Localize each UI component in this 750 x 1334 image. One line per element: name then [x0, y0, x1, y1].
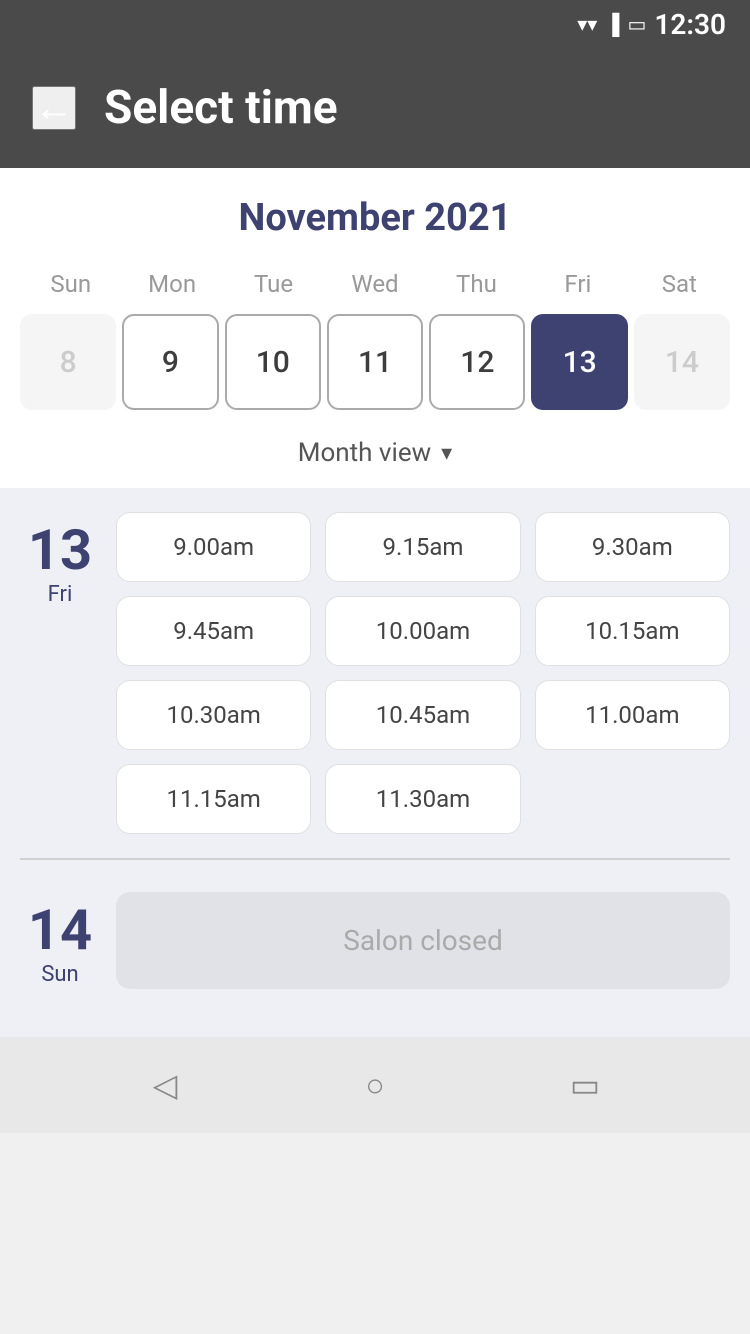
day-8[interactable]: 8 [20, 314, 116, 410]
weekday-fri: Fri [527, 264, 628, 304]
slots-section: 13 Fri 9.00am 9.15am 9.30am 9.45am 10.00… [0, 488, 750, 1037]
weekday-tue: Tue [223, 264, 324, 304]
day-13-slots-grid: 9.00am 9.15am 9.30am 9.45am 10.00am 10.1… [116, 512, 730, 834]
slot-1045am[interactable]: 10.45am [325, 680, 520, 750]
day-10[interactable]: 10 [225, 314, 321, 410]
month-view-toggle[interactable]: Month view ▾ [20, 420, 730, 488]
nav-recent-icon: ▭ [570, 1066, 600, 1104]
chevron-down-icon: ▾ [441, 441, 452, 466]
slot-900am[interactable]: 9.00am [116, 512, 311, 582]
bottom-nav: ◁ ○ ▭ [0, 1037, 750, 1133]
weekday-wed: Wed [324, 264, 425, 304]
nav-back-button[interactable]: ◁ [135, 1055, 195, 1115]
nav-home-button[interactable]: ○ [345, 1055, 405, 1115]
slot-915am[interactable]: 9.15am [325, 512, 520, 582]
day-13-label: 13 Fri [20, 512, 100, 834]
section-divider [20, 858, 730, 860]
slot-1130am[interactable]: 11.30am [325, 764, 520, 834]
day-12[interactable]: 12 [429, 314, 525, 410]
month-year-title: November 2021 [20, 196, 730, 240]
day-13-number: 13 [28, 522, 92, 578]
day-11[interactable]: 11 [327, 314, 423, 410]
back-button[interactable]: ← [32, 86, 76, 130]
day-13-slots-group: 13 Fri 9.00am 9.15am 9.30am 9.45am 10.00… [20, 512, 730, 834]
day-9[interactable]: 9 [122, 314, 218, 410]
weekday-thu: Thu [426, 264, 527, 304]
day-14-group: 14 Sun Salon closed [20, 868, 730, 1013]
status-icons: ▾▾ ▐ ▭ 12:30 [577, 8, 726, 41]
nav-home-icon: ○ [365, 1066, 384, 1104]
page-title: Select time [104, 81, 338, 135]
day-14[interactable]: 14 [634, 314, 730, 410]
status-bar: ▾▾ ▐ ▭ 12:30 [0, 0, 750, 48]
slot-1115am[interactable]: 11.15am [116, 764, 311, 834]
battery-icon: ▭ [627, 12, 646, 36]
weekdays-row: Sun Mon Tue Wed Thu Fri Sat [20, 264, 730, 304]
weekday-sun: Sun [20, 264, 121, 304]
month-view-label: Month view [298, 438, 431, 468]
week-row: 8 9 10 11 12 13 14 [20, 314, 730, 410]
nav-back-icon: ◁ [153, 1066, 178, 1104]
slot-1000am[interactable]: 10.00am [325, 596, 520, 666]
weekday-sat: Sat [629, 264, 730, 304]
day-14-name: Sun [41, 962, 78, 987]
day-13-name: Fri [48, 582, 73, 607]
slot-945am[interactable]: 9.45am [116, 596, 311, 666]
header: ← Select time [0, 48, 750, 168]
day-13[interactable]: 13 [531, 314, 627, 410]
slot-1100am[interactable]: 11.00am [535, 680, 730, 750]
weekday-mon: Mon [121, 264, 222, 304]
day-14-label: 14 Sun [20, 892, 100, 989]
slot-1030am[interactable]: 10.30am [116, 680, 311, 750]
signal-icon: ▐ [605, 12, 619, 37]
calendar-section: November 2021 Sun Mon Tue Wed Thu Fri Sa… [0, 168, 750, 488]
nav-recent-button[interactable]: ▭ [555, 1055, 615, 1115]
status-time: 12:30 [654, 8, 726, 41]
salon-closed-label: Salon closed [116, 892, 730, 989]
slot-930am[interactable]: 9.30am [535, 512, 730, 582]
main-content: November 2021 Sun Mon Tue Wed Thu Fri Sa… [0, 168, 750, 1037]
day-14-number: 14 [28, 902, 92, 958]
wifi-icon: ▾▾ [577, 12, 597, 36]
slot-1015am[interactable]: 10.15am [535, 596, 730, 666]
